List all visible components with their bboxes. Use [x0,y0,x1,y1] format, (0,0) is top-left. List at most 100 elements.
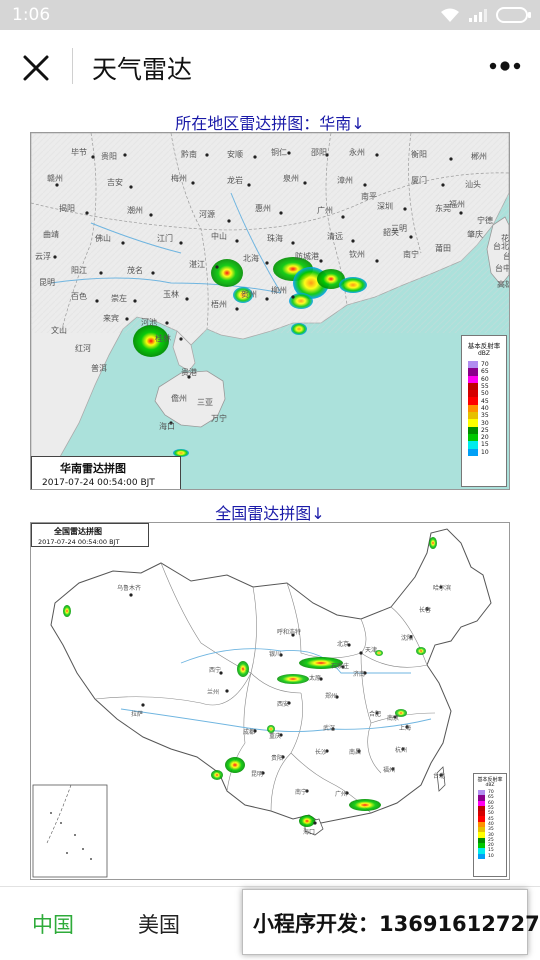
place-label: 三亚 [197,398,213,407]
legend-swatch [478,853,485,859]
place-label: 贵阳 [101,152,117,161]
place-label: 济南 [353,671,366,678]
place-label: 铜仁 [271,148,287,157]
legend-value: 10 [488,853,494,859]
legend-value: 70 [481,361,489,369]
legend-row: 10 [478,853,506,859]
place-label: 南昌 [349,749,362,756]
signal-icon [469,9,487,22]
place-label: 衡阳 [411,150,427,159]
more-dots-icon [489,61,521,71]
place-label: 阳江 [71,266,87,275]
legend-row: 70 [468,361,506,369]
place-label: 福州 [449,200,465,209]
bottom-tab-bar: 中国 美国 小程序开发：13691612727 [0,886,540,960]
place-label: 花莲 [501,234,509,243]
place-label: 清远 [327,232,343,241]
south-china-radar-map[interactable]: 毕节 贵阳 黔南 安顺 铜仁 邵阳 永州 衡阳 郴州 赣州 吉安 梅州 龙岩 泉州 漳州 厦门 汕头 揭阳 潮州 河源… [30,132,510,490]
place-label: 莆田 [435,244,451,253]
place-label: 南宁 [403,250,419,259]
legend-swatch [468,382,478,391]
place-label: 玉林 [163,290,179,299]
more-button[interactable] [486,52,526,80]
place-label: 河源 [199,210,215,219]
place-label: 茂名 [127,266,143,275]
place-label: 红河 [75,344,91,353]
place-label: 海口 [159,422,175,431]
place-label: 潮州 [127,206,143,215]
national-legend: 基本反射率 dBZ 70 65 60 55 50 45 40 35 30 25 20 15 10 [473,773,507,877]
place-label: 梅州 [171,174,187,183]
place-label: 湛江 [189,260,205,269]
legend-value: 30 [481,419,489,427]
legend-row: 65 [468,368,506,376]
place-label: 乌鲁木齐 [117,585,142,592]
legend-swatch [468,433,478,442]
tab-usa[interactable]: 美国 [138,909,180,939]
place-label: 普洱 [91,364,107,373]
legend-swatch [468,441,478,449]
place-label: 江门 [157,234,173,243]
legend-title: 基本反射率 [477,777,503,783]
legend-value: 65 [481,368,489,376]
stamp-title: 华南雷达拼图 [60,462,126,475]
place-label: 肇庆 [467,230,483,239]
legend-row: 45 [468,397,506,405]
place-label: 海口 [303,829,316,836]
place-label: 台南 [503,251,509,262]
place-label: 广州 [317,206,333,215]
place-label: 邵阳 [311,148,327,157]
place-label: 珠海 [267,234,283,243]
legend-rows: 70 65 60 55 50 45 40 35 30 25 20 15 10 [478,790,506,859]
app-root: 1:06 天气雷达 所在地区雷达拼图：华南↓ 毕节 贵阳 黔南 安顺 铜仁 邵阳… [0,0,540,960]
legend-value: 25 [481,426,489,434]
place-label: 杭州 [395,747,408,754]
legend-unit: dBZ [477,350,491,357]
national-radar-map[interactable]: 乌鲁木齐 拉萨 西宁 兰州 银川 呼和浩特 北京 天津 石家庄 太原 济南 郑州 西安 成都 重庆 武汉 长沙南… [30,522,510,880]
developer-contact-text: 小程序开发：13691612727 [253,912,540,936]
legend-value: 20 [481,434,489,442]
legend-swatch [468,426,478,434]
status-time: 1:06 [12,5,51,25]
place-label: 曲靖 [43,230,59,239]
place-label: 福州 [383,767,396,774]
place-label: 台中 [495,264,510,273]
legend-swatch [468,419,478,427]
place-label: 赣州 [47,174,63,183]
national-map-graphic [31,523,509,879]
place-label: 昆明 [39,278,55,287]
place-label: 三明 [391,224,407,233]
legend-row: 50 [468,390,506,398]
place-label: 台北 [433,773,446,780]
place-label: 来宾 [103,314,119,323]
national-heading: 全国雷达拼图↓ [215,504,325,523]
legend-unit: dBZ [485,783,495,788]
legend-value: 55 [481,383,489,391]
stamp-time: 2017-07-24 00:54:00 BJT [38,538,120,546]
place-label: 厦门 [411,176,427,185]
national-stamp: 全国雷达拼图 2017-07-24 00:54:00 BJT [31,523,149,547]
place-label: 沈阳 [401,635,414,642]
place-label: 梧州 [211,300,227,309]
close-button[interactable] [16,48,56,88]
place-label: 合肥 [369,711,382,718]
place-label: 北海 [243,254,259,263]
place-label: 贵港 [181,368,197,377]
place-label: 佛山 [95,234,111,243]
place-label: 万宁 [211,414,227,423]
place-label: 广州 [335,791,348,798]
legend-swatch [468,361,478,369]
legend-row: 10 [468,448,506,456]
legend-row: 40 [468,404,506,413]
place-label: 石家庄 [331,663,350,670]
wifi-icon [441,8,459,22]
tab-china[interactable]: 中国 [32,909,74,939]
place-label: 南平 [361,192,377,201]
nav-bar: 天气雷达 [0,30,540,102]
place-label: 银川 [269,651,282,658]
place-label: 汕头 [465,180,481,189]
developer-contact-banner[interactable]: 小程序开发：13691612727 [242,889,540,955]
legend-value: 10 [481,448,489,456]
place-label: 郑州 [325,693,338,700]
place-label: 龙岩 [227,176,243,185]
